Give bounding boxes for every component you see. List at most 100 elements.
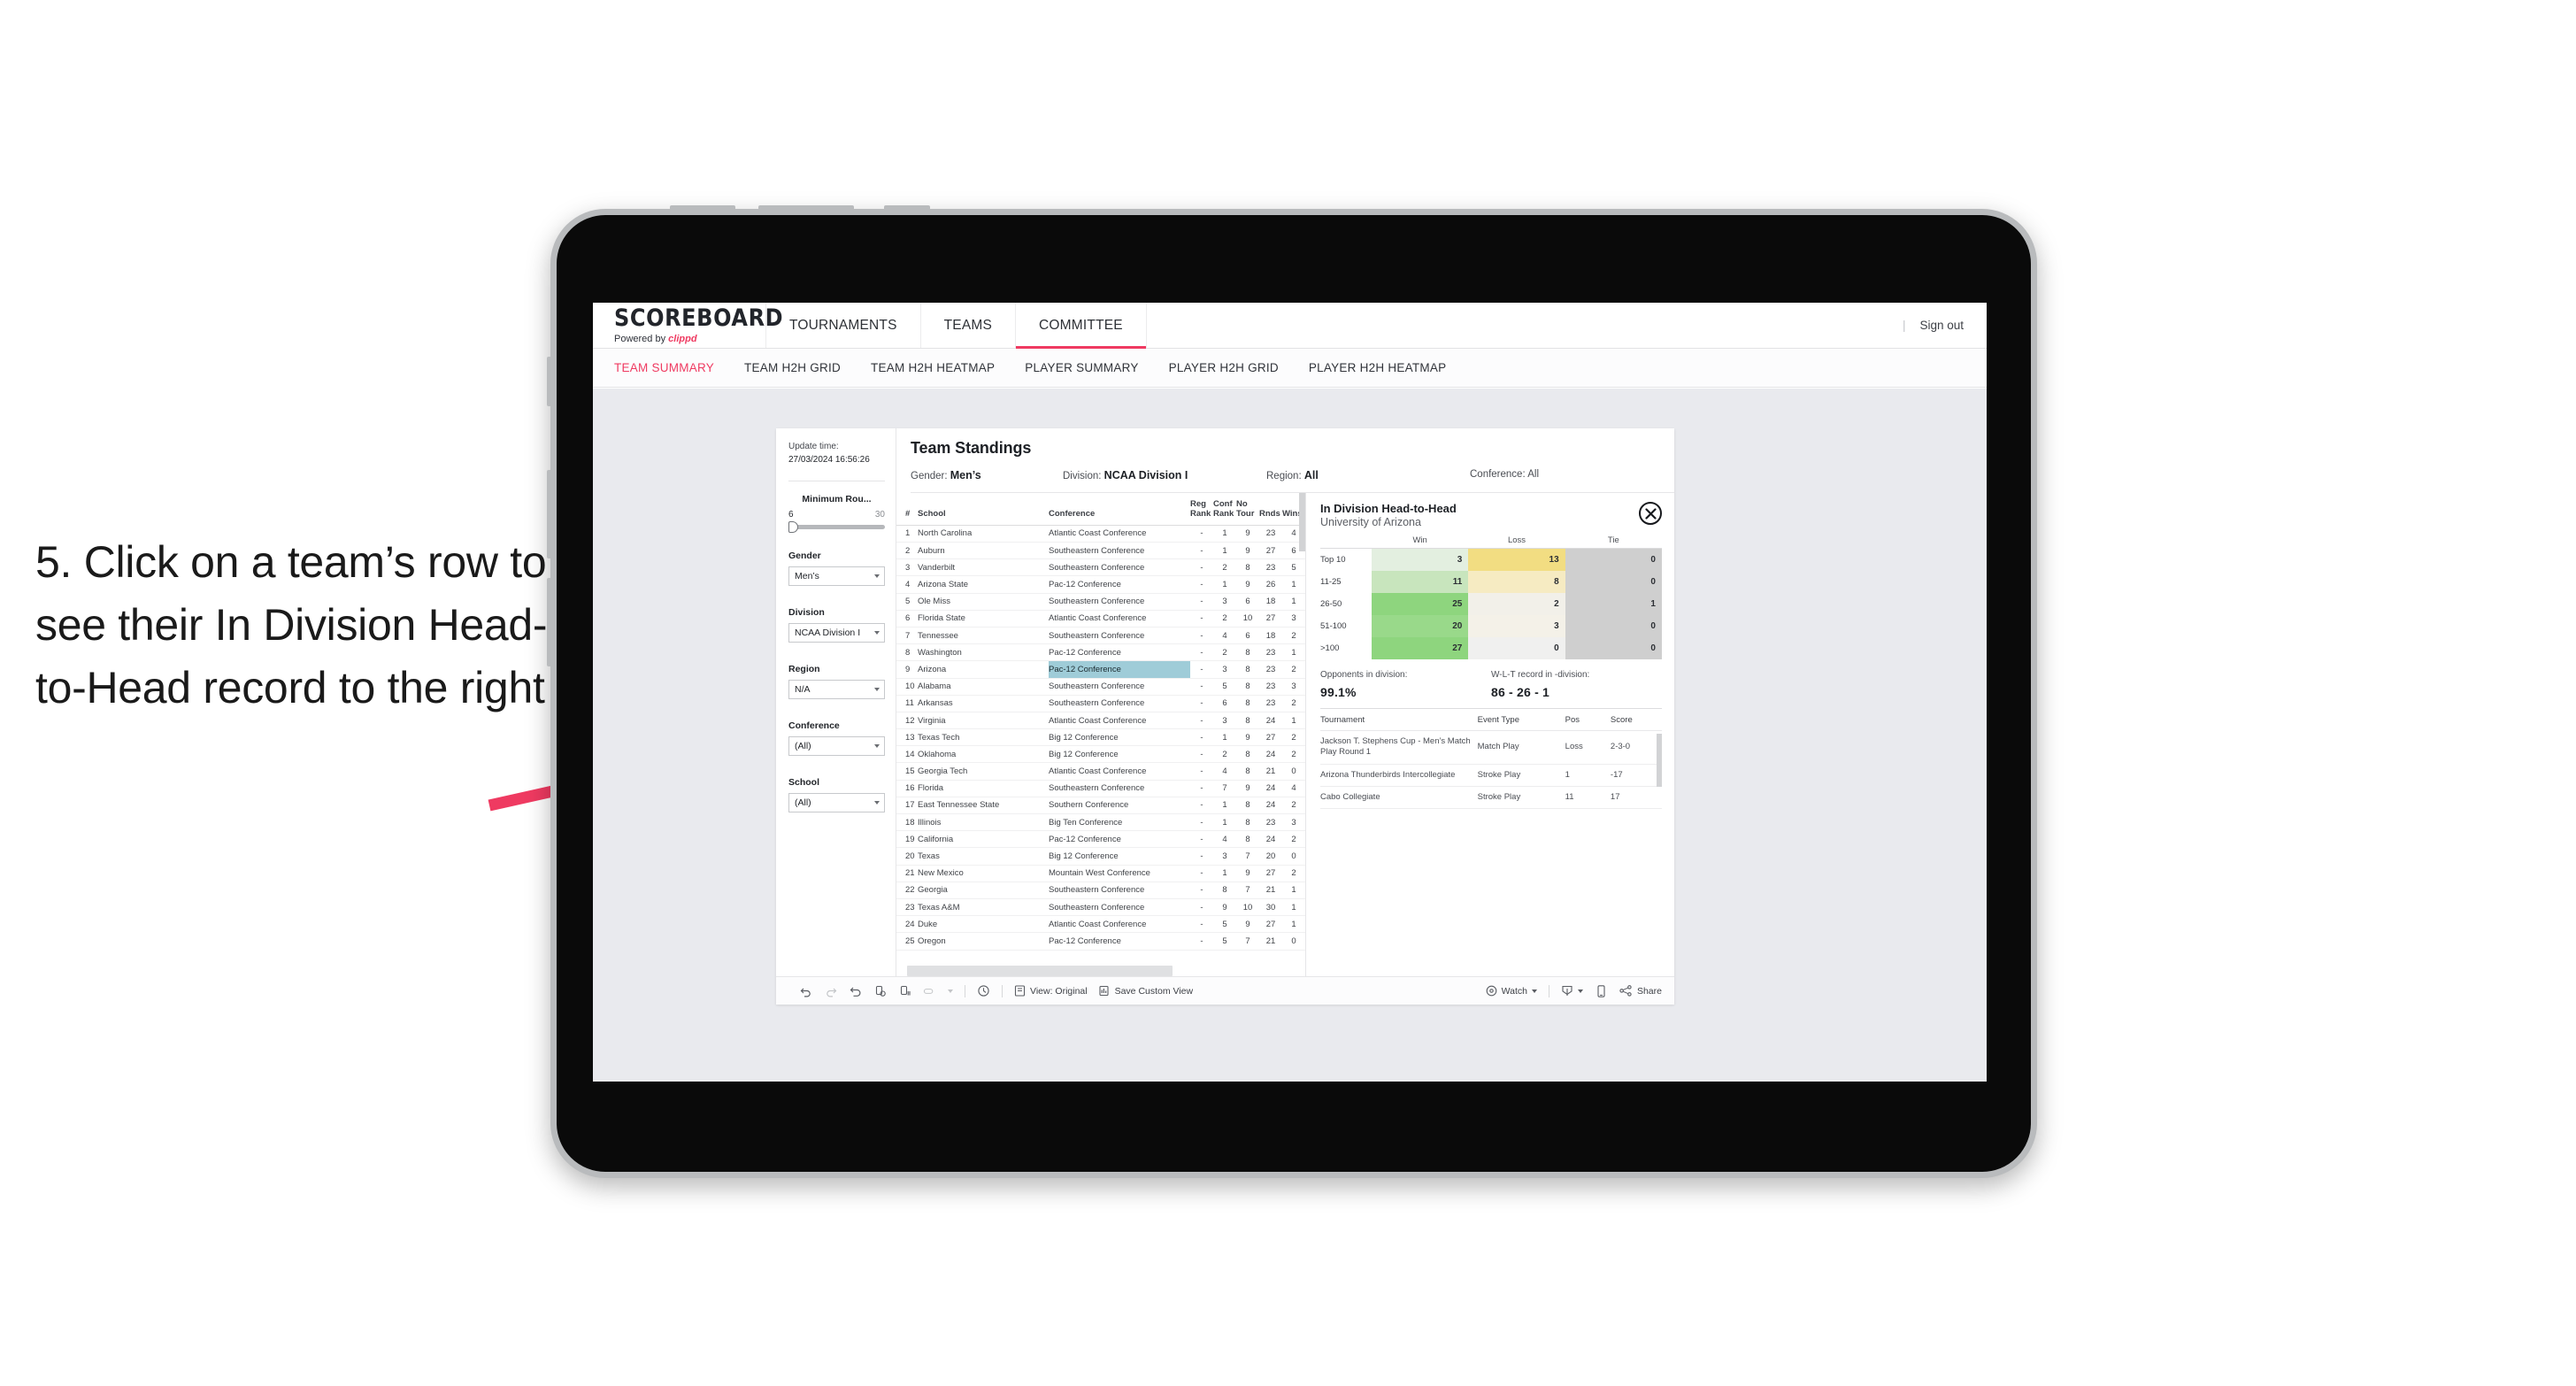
nav-item-committee[interactable]: COMMITTEE — [1016, 303, 1147, 349]
table-row[interactable]: 2 Auburn Southeastern Conference -1 9 27 6 — [896, 542, 1305, 560]
history-icon[interactable] — [977, 984, 990, 997]
heatmap-cell[interactable]: 0 — [1565, 637, 1662, 659]
share-button[interactable]: Share — [1619, 985, 1662, 997]
table-row[interactable]: 17 East Tennessee State Southern Conferenc… — [896, 797, 1305, 815]
heatmap-cell[interactable]: 0 — [1468, 637, 1565, 659]
tab-team-h2h-grid[interactable]: TEAM H2H GRID — [744, 361, 841, 374]
heatmap-cell[interactable]: 0 — [1565, 615, 1662, 637]
summary-conference-label: Conference: — [1470, 469, 1526, 480]
table-row[interactable]: 10 Alabama Southeastern Conference -5 8 23 3 — [896, 678, 1305, 696]
tab-player-h2h-heatmap[interactable]: PLAYER H2H HEATMAP — [1309, 361, 1447, 374]
table-row[interactable]: 20 Texas Big 12 Conference -3 7 20 0 — [896, 847, 1305, 866]
table-row[interactable]: 1 North Carolina Atlantic Coast Conference… — [896, 525, 1305, 543]
nav-item-tournaments[interactable]: TOURNAMENTS — [766, 303, 921, 348]
heatmap-cell[interactable]: 3 — [1372, 549, 1469, 571]
view-original-button[interactable]: View: Original — [1014, 985, 1088, 997]
slider-knob[interactable] — [788, 521, 798, 533]
table-row[interactable]: 15 Georgia Tech Atlantic Coast Conference -… — [896, 762, 1305, 781]
table-row[interactable]: 8 Washington Pac-12 Conference -2 8 23 1 — [896, 643, 1305, 662]
col-no-tour[interactable]: No Tour — [1236, 493, 1259, 526]
table-row[interactable]: 19 California Pac-12 Conference -4 8 24 2 — [896, 830, 1305, 849]
list-item[interactable]: Cabo Collegiate Stroke Play 11 17 — [1320, 786, 1662, 810]
list-item[interactable]: Arizona Thunderbirds Intercollegiate Stro… — [1320, 764, 1662, 788]
table-row[interactable]: 24 Duke Atlantic Coast Conference -5 9 27 1 — [896, 915, 1305, 934]
heatmap-cell[interactable]: 11 — [1372, 571, 1469, 593]
cell-conference: Big 12 Conference — [1049, 728, 1190, 747]
col-pos[interactable]: Pos — [1565, 709, 1611, 731]
heatmap-cell[interactable]: 1 — [1565, 593, 1662, 615]
summary-gender-value: Men’s — [950, 469, 981, 481]
heatmap-cell[interactable]: 13 — [1468, 549, 1565, 571]
col-rank[interactable]: # — [896, 493, 918, 526]
tab-player-summary[interactable]: PLAYER SUMMARY — [1025, 361, 1138, 374]
list-item[interactable]: Jackson T. Stephens Cup - Men’s Match Pl… — [1320, 730, 1662, 765]
refresh-data-icon[interactable] — [873, 984, 887, 997]
col-rnds[interactable]: Rnds — [1259, 493, 1282, 526]
table-row[interactable]: 23 Texas A&M Southeastern Conference -9 10 30… — [896, 898, 1305, 917]
table-row[interactable]: 18 Illinois Big Ten Conference -1 8 23 3 — [896, 813, 1305, 832]
cell-conference: Southeastern Conference — [1049, 882, 1190, 899]
table-row[interactable]: 11 Arkansas Southeastern Conference -6 8 23 2 — [896, 695, 1305, 712]
table-row[interactable]: 9 Arizona Pac-12 Conference -3 8 23 2 — [896, 660, 1305, 679]
nav-item-teams[interactable]: TEAMS — [921, 303, 1017, 348]
cell-conf-rank: 5 — [1213, 932, 1236, 951]
tournaments-vertical-scrollbar[interactable] — [1657, 734, 1662, 787]
table-row[interactable]: 13 Texas Tech Big 12 Conference -1 9 27 2 — [896, 728, 1305, 747]
device-layout-icon[interactable] — [1595, 984, 1608, 997]
tab-team-h2h-heatmap[interactable]: TEAM H2H HEATMAP — [871, 361, 995, 374]
minimum-rounds-slider[interactable] — [788, 521, 885, 533]
redo-icon[interactable] — [824, 984, 837, 997]
conference-select[interactable]: (All) — [788, 736, 885, 756]
heatmap-cell[interactable]: 25 — [1372, 593, 1469, 615]
cell-no-tour: 8 — [1236, 797, 1259, 815]
heatmap-cell[interactable]: 8 — [1468, 571, 1565, 593]
col-score[interactable]: Score — [1610, 709, 1662, 731]
save-custom-view-button[interactable]: Save Custom View — [1099, 985, 1193, 997]
col-conference[interactable]: Conference — [1049, 493, 1190, 526]
download-button[interactable] — [1561, 985, 1583, 997]
heatmap-cell[interactable]: 2 — [1468, 593, 1565, 615]
table-horizontal-scrollbar[interactable] — [907, 966, 1173, 976]
col-reg-rank[interactable]: Reg Rank — [1190, 493, 1213, 526]
view-mode-icon[interactable] — [923, 984, 936, 997]
watch-button[interactable]: Watch — [1486, 985, 1537, 997]
table-row[interactable]: 22 Georgia Southeastern Conference -8 7 21 1 — [896, 882, 1305, 899]
table-row[interactable]: 6 Florida State Atlantic Coast Conference -… — [896, 610, 1305, 628]
pause-updates-icon[interactable] — [898, 984, 911, 997]
table-vertical-scrollbar[interactable] — [1299, 493, 1305, 551]
region-select[interactable]: N/A — [788, 680, 885, 699]
col-event-type[interactable]: Event Type — [1477, 709, 1565, 731]
undo-icon[interactable] — [799, 984, 812, 997]
table-row[interactable]: 25 Oregon Pac-12 Conference -5 7 21 0 — [896, 932, 1305, 951]
table-row[interactable]: 21 New Mexico Mountain West Conference -1 9 2… — [896, 865, 1305, 882]
heatmap-cell[interactable]: 27 — [1372, 637, 1469, 659]
tab-team-summary[interactable]: TEAM SUMMARY — [614, 361, 714, 374]
brand-logo[interactable]: SCOREBOARD Powered by clippd — [593, 303, 783, 348]
cell-wins: 2 — [1282, 660, 1305, 679]
cell-reg-rank: - — [1190, 643, 1213, 662]
col-conf-rank[interactable]: Conf Rank — [1213, 493, 1236, 526]
table-row[interactable]: 4 Arizona State Pac-12 Conference -1 9 26 1 — [896, 575, 1305, 594]
revert-icon[interactable] — [849, 984, 862, 997]
col-school[interactable]: School — [918, 493, 1049, 526]
table-row[interactable]: 12 Virginia Atlantic Coast Conference -3 8 24… — [896, 712, 1305, 730]
table-row[interactable]: 7 Tennessee Southeastern Conference -4 6 18 2 — [896, 627, 1305, 645]
col-tournament[interactable]: Tournament — [1320, 709, 1478, 731]
close-icon[interactable] — [1639, 502, 1662, 525]
table-row[interactable]: 5 Ole Miss Southeastern Conference -3 6 18 1 — [896, 593, 1305, 611]
table-row[interactable]: 16 Florida Southeastern Conference -7 9 24 4 — [896, 780, 1305, 797]
sign-out-link[interactable]: Sign out — [1919, 319, 1964, 332]
heatmap-cell[interactable]: 20 — [1372, 615, 1469, 637]
view-mode-caret-icon[interactable] — [948, 989, 953, 993]
gender-select[interactable]: Men’s — [788, 566, 885, 586]
tab-player-h2h-grid[interactable]: PLAYER H2H GRID — [1169, 361, 1279, 374]
cell-conf-rank: 2 — [1213, 610, 1236, 628]
standings-scroll-area[interactable]: # School Conference Reg Rank Conf Rank No T… — [896, 493, 1305, 962]
table-row[interactable]: 3 Vanderbilt Southeastern Conference -2 8 23 5 — [896, 558, 1305, 577]
division-select[interactable]: NCAA Division I — [788, 623, 885, 643]
heatmap-cell[interactable]: 0 — [1565, 571, 1662, 593]
school-select[interactable]: (All) — [788, 793, 885, 812]
heatmap-cell[interactable]: 3 — [1468, 615, 1565, 637]
table-row[interactable]: 14 Oklahoma Big 12 Conference -2 8 24 2 — [896, 745, 1305, 764]
heatmap-cell[interactable]: 0 — [1565, 549, 1662, 571]
